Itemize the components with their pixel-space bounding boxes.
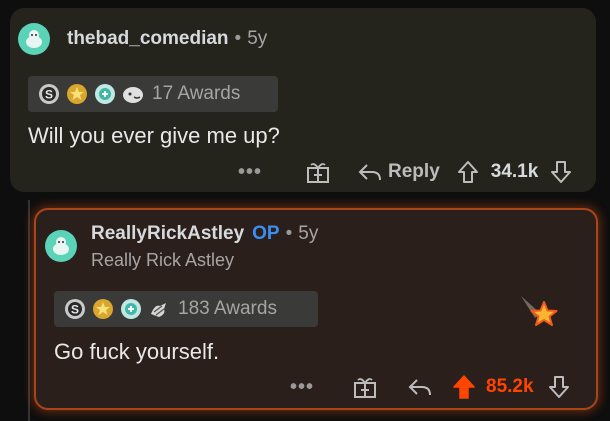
upvote-arrow-icon: [457, 161, 478, 183]
wholesome-award-icon: [120, 298, 142, 320]
op-badge: OP: [252, 223, 280, 244]
awards-bar[interactable]: S 183 Awards: [54, 291, 318, 327]
comment-age[interactable]: 5y: [247, 28, 267, 50]
give-award-button[interactable]: [352, 374, 378, 400]
comment-body: Will you ever give me up?: [28, 123, 280, 148]
svg-text:S: S: [71, 303, 79, 317]
username[interactable]: ReallyRickAstley: [91, 223, 244, 245]
gift-icon: [354, 378, 377, 398]
more-options-button[interactable]: •••: [290, 376, 314, 399]
avatar[interactable]: [18, 23, 50, 55]
snoo-icon: [53, 237, 69, 255]
reply-button[interactable]: Reply: [358, 161, 440, 183]
comment-age[interactable]: 5y: [298, 223, 318, 245]
vote-count: 34.1k: [490, 161, 539, 182]
helpful-award-icon: [66, 83, 88, 105]
upvote-arrow-icon: [453, 375, 475, 399]
avatar[interactable]: [45, 230, 77, 262]
wholesome-award-icon: [94, 83, 116, 105]
awards-count: 183 Awards: [178, 298, 277, 319]
gift-icon: [307, 163, 330, 183]
user-flair: Really Rick Astley: [91, 250, 235, 270]
comment-body: Go fuck yourself.: [54, 339, 220, 364]
upvote-button[interactable]: [452, 374, 476, 400]
vote-count: 85.2k: [486, 376, 534, 397]
downvote-arrow-icon: [551, 161, 572, 183]
reply-button[interactable]: [408, 376, 432, 398]
silver-award-icon: S: [64, 298, 86, 320]
separator-dot: •: [285, 223, 293, 244]
silver-award-icon: S: [38, 83, 60, 105]
hugz-award-icon: [148, 298, 170, 320]
reply-label: Reply: [388, 161, 440, 182]
comment-actions: ••• 85.2k: [290, 374, 570, 400]
helpful-award-icon: [92, 298, 114, 320]
separator-dot: •: [234, 28, 242, 49]
snoo-icon: [26, 30, 42, 48]
shooting-star-award-icon[interactable]: [519, 294, 561, 339]
downvote-button[interactable]: [550, 160, 572, 184]
reply-arrow-icon: [358, 164, 382, 181]
svg-text:S: S: [45, 88, 53, 102]
rocket-like-award-icon: [122, 83, 144, 105]
upvote-button[interactable]: [457, 160, 479, 184]
awards-count: 17 Awards: [152, 83, 241, 104]
thread-line[interactable]: [28, 200, 30, 421]
username[interactable]: thebad_comedian: [67, 28, 229, 50]
awards-bar[interactable]: S 17 Awards: [28, 76, 278, 112]
give-award-button[interactable]: [305, 159, 331, 185]
downvote-button[interactable]: [548, 375, 570, 399]
comment-actions: ••• Reply 34.1k: [238, 159, 572, 185]
downvote-arrow-icon: [548, 376, 569, 398]
reply-arrow-icon: [408, 379, 432, 396]
more-options-button[interactable]: •••: [238, 161, 262, 184]
comment-header: thebad_comedian • 5y: [18, 23, 267, 55]
